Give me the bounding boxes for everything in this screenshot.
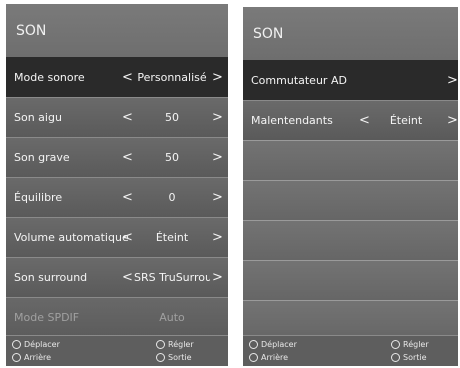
hint-exit-label: Sortie: [403, 353, 427, 362]
key-hints-footer: Déplacer Régler Arrière Sortie: [243, 335, 458, 366]
menu-item-label: Son aigu: [14, 111, 62, 124]
menu-item-value: 50: [165, 151, 179, 164]
hint-back: Arrière: [249, 353, 288, 362]
ok-icon: [156, 340, 165, 349]
menu-item-label: Mode sonore: [14, 71, 85, 84]
menu-item-value: Éteint: [389, 114, 423, 127]
menu-item-label: Volume automatique: [14, 231, 129, 244]
menu-item-value: 50: [165, 111, 179, 124]
chevron-right-icon[interactable]: >: [212, 190, 223, 205]
empty-row: [243, 220, 458, 260]
empty-row: [243, 260, 458, 300]
exit-icon: [391, 353, 400, 362]
dpad-icon: [249, 340, 258, 349]
hint-adjust-label: Régler: [168, 340, 194, 349]
menu-title: SON: [243, 7, 458, 60]
menu-item-hearing-impaired[interactable]: Malentendants < Éteint >: [243, 100, 458, 140]
hint-exit: Sortie: [391, 353, 427, 362]
chevron-right-icon[interactable]: >: [212, 150, 223, 165]
menu-item-surround[interactable]: Son surround < SRS TruSurrou.. >: [6, 257, 228, 297]
chevron-right-icon[interactable]: >: [212, 230, 223, 245]
hint-back-label: Arrière: [261, 353, 289, 362]
back-icon: [12, 353, 21, 362]
hint-exit: Sortie: [156, 353, 192, 362]
hint-adjust: Régler: [391, 340, 429, 349]
hint-move-label: Déplacer: [24, 340, 60, 349]
chevron-left-icon[interactable]: <: [122, 230, 133, 245]
hint-back-label: Arrière: [24, 353, 52, 362]
hint-adjust-label: Régler: [403, 340, 429, 349]
menu-item-label: Son grave: [14, 151, 70, 164]
back-icon: [249, 353, 258, 362]
chevron-left-icon[interactable]: <: [122, 110, 133, 125]
menu-item-ad-switch[interactable]: Commutateur AD >: [243, 60, 458, 100]
menu-item-treble[interactable]: Son aigu < 50 >: [6, 97, 228, 137]
menu-item-sound-mode[interactable]: Mode sonore < Personnalisé >: [6, 57, 228, 97]
chevron-left-icon[interactable]: <: [122, 70, 133, 85]
chevron-right-icon[interactable]: >: [447, 73, 458, 88]
empty-row: [243, 140, 458, 180]
key-hints-footer: Déplacer Régler Arrière Sortie: [6, 335, 228, 366]
menu-item-label: Mode SPDIF: [14, 311, 80, 324]
hint-move: Déplacer: [249, 340, 297, 349]
hint-move: Déplacer: [12, 340, 60, 349]
menu-item-bass[interactable]: Son grave < 50 >: [6, 137, 228, 177]
menu-item-balance[interactable]: Équilibre < 0 >: [6, 177, 228, 217]
chevron-right-icon[interactable]: >: [212, 270, 223, 285]
menu-title: SON: [6, 4, 228, 57]
menu-item-value: Personnalisé: [137, 71, 207, 84]
chevron-left-icon[interactable]: <: [122, 270, 133, 285]
menu-item-label: Équilibre: [14, 191, 63, 204]
menu-item-value: 0: [168, 191, 176, 204]
menu-item-value: SRS TruSurrou..: [134, 271, 210, 284]
sound-menu-panel-right: SON Commutateur AD > Malentendants < Éte…: [243, 7, 458, 366]
dpad-icon: [12, 340, 21, 349]
menu-item-auto-volume[interactable]: Volume automatique < Éteint >: [6, 217, 228, 257]
chevron-right-icon[interactable]: >: [212, 110, 223, 125]
exit-icon: [156, 353, 165, 362]
chevron-left-icon[interactable]: <: [359, 113, 370, 128]
menu-item-label: Malentendants: [251, 114, 333, 127]
empty-row: [243, 180, 458, 220]
menu-item-label: Commutateur AD: [251, 74, 347, 87]
hint-back: Arrière: [12, 353, 51, 362]
chevron-left-icon[interactable]: <: [122, 150, 133, 165]
hint-exit-label: Sortie: [168, 353, 192, 362]
menu-item-value: Auto: [159, 311, 185, 324]
chevron-right-icon[interactable]: >: [212, 70, 223, 85]
sound-menu-panel-left: SON Mode sonore < Personnalisé > Son aig…: [6, 4, 228, 366]
hint-adjust: Régler: [156, 340, 194, 349]
menu-item-label: Son surround: [14, 271, 88, 284]
ok-icon: [391, 340, 400, 349]
menu-item-value: Éteint: [155, 231, 189, 244]
hint-move-label: Déplacer: [261, 340, 297, 349]
empty-row: [243, 300, 458, 340]
menu-item-spdif-mode: Mode SPDIF Auto: [6, 297, 228, 337]
chevron-right-icon[interactable]: >: [447, 113, 458, 128]
chevron-left-icon[interactable]: <: [122, 190, 133, 205]
